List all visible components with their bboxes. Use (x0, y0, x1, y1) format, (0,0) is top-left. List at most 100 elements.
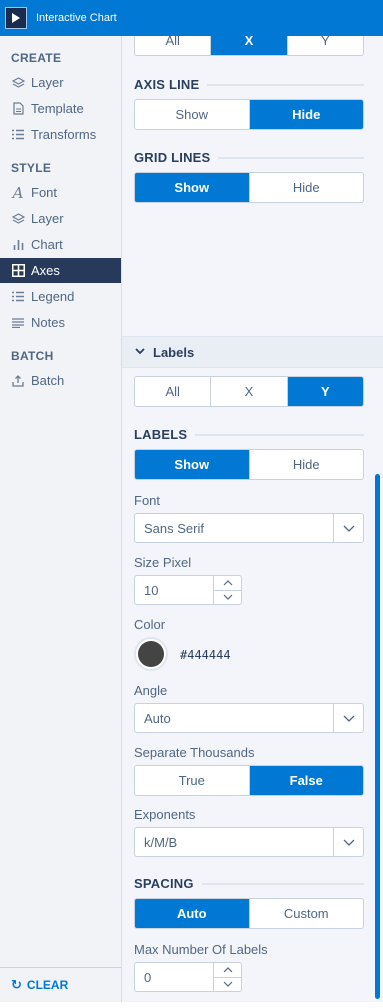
stepper-buttons (213, 963, 241, 991)
angle-label: Angle (134, 683, 168, 698)
window-title: Interactive Chart (36, 12, 117, 24)
sidebar-item-label: Layer (31, 211, 64, 226)
sidebar-item-label: Batch (31, 373, 65, 388)
exponents-dropdown[interactable]: k/M/B (134, 827, 364, 857)
sidebar-item-batch[interactable]: Batch (0, 368, 121, 393)
labels-toggle: Show Hide (134, 449, 364, 480)
labels-hide-button[interactable]: Hide (250, 450, 364, 479)
axis-option-all[interactable]: All (135, 36, 212, 55)
axis-option-x[interactable]: X (211, 36, 288, 55)
size-value[interactable]: 10 (135, 576, 213, 604)
spacing-auto-button[interactable]: Auto (135, 899, 250, 928)
size-stepper[interactable]: 10 (134, 575, 242, 605)
axis-option-all[interactable]: All (135, 377, 212, 406)
heading-divider (201, 882, 364, 885)
color-swatch[interactable] (134, 637, 168, 671)
sidebar-item-label: Legend (31, 289, 75, 304)
document-icon (11, 102, 25, 116)
heading-divider (207, 83, 364, 86)
refresh-icon: ↻ (11, 977, 22, 992)
heading-divider (218, 156, 364, 159)
labels-fold-title: Labels (153, 344, 195, 360)
font-dropdown-value: Sans Serif (144, 520, 204, 536)
clear-label: CLEAR (26, 978, 69, 992)
grid-lines-heading-text: GRID LINES (134, 150, 211, 165)
notes-icon (11, 316, 25, 330)
spacing-custom-button[interactable]: Custom (250, 899, 364, 928)
chevron-down-icon[interactable] (333, 828, 363, 856)
grid-lines-heading: GRID LINES (134, 150, 364, 165)
app-logo-icon (5, 7, 27, 29)
spacing-heading-text: SPACING (134, 876, 194, 891)
labels-show-button[interactable]: Show (135, 450, 250, 479)
sidebar-item-notes[interactable]: Notes (0, 310, 121, 335)
axis-option-y[interactable]: Y (287, 377, 363, 406)
clear-button[interactable]: ↻ CLEAR (0, 967, 121, 1002)
separate-thousands-label: Separate Thousands (134, 745, 255, 760)
axes-panel: All X Y AXIS LINE Show Hide GRID LINES S… (122, 36, 383, 1002)
max-labels-value[interactable]: 0 (135, 963, 213, 991)
labels-heading-text: LABELS (134, 427, 188, 442)
color-label: Color (134, 617, 166, 632)
max-labels-label: Max Number Of Labels (134, 942, 268, 957)
grid-lines-show-button[interactable]: Show (135, 173, 250, 202)
sidebar-item-chart[interactable]: Chart (0, 232, 121, 257)
sidebar-item-transforms[interactable]: Transforms (0, 122, 121, 147)
axis-line-heading: AXIS LINE (134, 77, 364, 92)
panel-scrollbar[interactable] (375, 474, 380, 999)
color-swatch-fill (138, 641, 164, 667)
chevron-down-icon[interactable] (333, 704, 363, 732)
axis-line-hide-button[interactable]: Hide (249, 100, 363, 129)
size-label: Size Pixel (134, 555, 192, 570)
axis-line-toggle: Show Hide (134, 99, 364, 130)
separate-thousands-toggle: True False (134, 765, 364, 796)
axis-option-y[interactable]: Y (288, 36, 363, 55)
color-hex-value: #444444 (180, 648, 231, 662)
layers-icon (11, 76, 25, 90)
angle-dropdown[interactable]: Auto (134, 703, 364, 733)
labels-axis-selector: All X Y (134, 376, 364, 407)
increment-button[interactable] (214, 576, 241, 591)
font-label: Font (134, 493, 161, 508)
sidebar-item-label: Template (31, 101, 84, 116)
section-title-batch: BATCH (11, 349, 54, 363)
grid-lines-toggle: Show Hide (134, 172, 364, 203)
sidebar-item-label: Notes (31, 315, 65, 330)
title-bar: Interactive Chart (0, 0, 383, 36)
chevron-down-icon[interactable] (333, 514, 363, 542)
font-dropdown[interactable]: Sans Serif (134, 513, 364, 543)
layers-icon (11, 212, 25, 226)
axis-option-x[interactable]: X (211, 377, 288, 406)
bar-chart-icon (11, 238, 25, 252)
sidebar-item-create-layer[interactable]: Layer (0, 70, 121, 95)
sidebar-item-legend[interactable]: Legend (0, 284, 121, 309)
list-icon (11, 290, 25, 304)
max-labels-stepper[interactable]: 0 (134, 962, 242, 992)
grid-icon (11, 264, 25, 278)
increment-button[interactable] (214, 963, 241, 978)
chevron-down-icon (135, 347, 145, 358)
sidebar-item-label: Axes (31, 263, 60, 278)
labels-heading: LABELS (134, 427, 364, 442)
sidebar-item-template[interactable]: Template (0, 96, 121, 121)
grid-lines-hide-button[interactable]: Hide (250, 173, 364, 202)
sidebar-item-label: Chart (31, 237, 63, 252)
axis-line-heading-text: AXIS LINE (134, 77, 200, 92)
separate-thousands-false-button[interactable]: False (249, 766, 363, 795)
sidebar-item-style-layer[interactable]: Layer (0, 206, 121, 231)
sidebar-item-label: Font (31, 185, 58, 200)
angle-dropdown-value: Auto (144, 710, 171, 726)
labels-fold-header[interactable]: Labels (122, 336, 383, 368)
decrement-button[interactable] (214, 591, 241, 605)
exponents-dropdown-value: k/M/B (144, 834, 178, 850)
sidebar-item-font[interactable]: A Font (0, 180, 121, 205)
separate-thousands-true-button[interactable]: True (135, 766, 250, 795)
section-title-create: CREATE (11, 51, 62, 65)
decrement-button[interactable] (214, 978, 241, 992)
axis-selector-top: All X Y (134, 36, 364, 56)
font-icon: A (12, 183, 24, 202)
sidebar-item-axes[interactable]: Axes (0, 258, 121, 283)
axis-line-show-button[interactable]: Show (135, 100, 250, 129)
heading-divider (195, 433, 364, 436)
spacing-heading: SPACING (134, 876, 364, 891)
